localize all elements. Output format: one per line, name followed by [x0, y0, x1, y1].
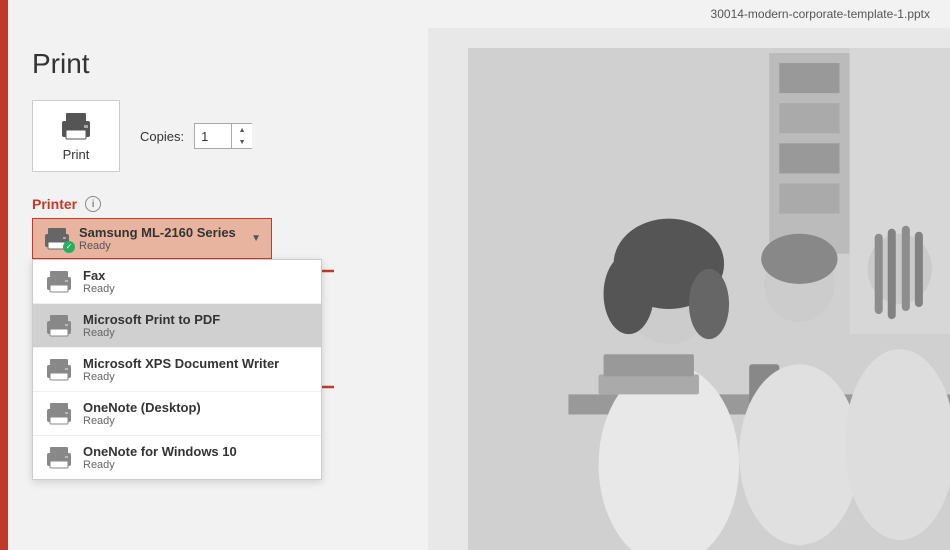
print-button-label: Print [63, 147, 90, 162]
onenote-win10-icon [45, 446, 73, 470]
onenote-desktop-item-status: Ready [83, 415, 201, 427]
printer-selected-text: Samsung ML-2160 Series Ready [79, 225, 236, 252]
printer-item-onenote-win10[interactable]: OneNote for Windows 10 Ready [33, 436, 321, 479]
print-title: Print [32, 48, 404, 80]
top-bar: 30014-modern-corporate-template-1.pptx [0, 0, 950, 28]
onenote-desktop-item-name: OneNote (Desktop) [83, 400, 201, 415]
printer-icon [58, 111, 94, 141]
copies-up-button[interactable]: ▲ [232, 124, 252, 136]
copies-input-wrapper: ▲ ▼ [194, 123, 252, 149]
printer-selected-dropdown[interactable]: ✓ Samsung ML-2160 Series Ready ▼ [32, 218, 272, 259]
printer-item-onenote-desktop[interactable]: OneNote (Desktop) Ready [33, 392, 321, 436]
printer-item-pdf[interactable]: Microsoft Print to PDF Ready [33, 304, 321, 348]
preview-image [468, 48, 950, 550]
onenote-win10-item-name: OneNote for Windows 10 [83, 444, 237, 459]
main-content: Print Print Copies: ▲ ▼ [8, 28, 950, 550]
pdf-item-text: Microsoft Print to PDF Ready [83, 312, 220, 339]
printer-selected-info: ✓ Samsung ML-2160 Series Ready [43, 225, 236, 252]
fax-printer-icon [45, 270, 73, 294]
onenote-win10-item-status: Ready [83, 459, 237, 471]
onenote-desktop-icon [45, 402, 73, 426]
xps-item-name: Microsoft XPS Document Writer [83, 356, 279, 371]
printer-item-xps[interactable]: Microsoft XPS Document Writer Ready [33, 348, 321, 392]
pdf-item-name: Microsoft Print to PDF [83, 312, 220, 327]
copies-area: Copies: ▲ ▼ [140, 123, 252, 149]
copies-label: Copies: [140, 129, 184, 144]
xps-item-text: Microsoft XPS Document Writer Ready [83, 356, 279, 383]
onenote-win10-item-text: OneNote for Windows 10 Ready [83, 444, 237, 471]
right-panel [428, 28, 950, 550]
printer-selected-name: Samsung ML-2160 Series [79, 225, 236, 240]
fax-item-status: Ready [83, 283, 115, 295]
dropdown-arrow-icon: ▼ [251, 233, 261, 244]
copies-down-button[interactable]: ▼ [232, 136, 252, 148]
xps-item-status: Ready [83, 371, 279, 383]
fax-item-name: Fax [83, 268, 115, 283]
preview-page [468, 48, 950, 550]
print-button-area: Print Copies: ▲ ▼ [32, 100, 404, 172]
selected-printer-icon-wrapper: ✓ [43, 227, 71, 251]
xps-printer-icon [45, 358, 73, 382]
printer-selected-status: Ready [79, 240, 236, 252]
print-button[interactable]: Print [32, 100, 120, 172]
fax-item-text: Fax Ready [83, 268, 115, 295]
left-panel: Print Print Copies: ▲ ▼ [8, 28, 428, 550]
onenote-desktop-item-text: OneNote (Desktop) Ready [83, 400, 201, 427]
sidebar-accent [0, 0, 8, 550]
printer-info-icon[interactable]: i [85, 196, 101, 212]
pdf-printer-icon [45, 314, 73, 338]
printer-item-fax[interactable]: Fax Ready [33, 260, 321, 304]
printer-section-label: Printer i [32, 196, 404, 212]
copies-spinners: ▲ ▼ [231, 124, 252, 148]
copies-input[interactable] [195, 129, 231, 144]
printer-ready-check: ✓ [63, 241, 75, 253]
filename-label: 30014-modern-corporate-template-1.pptx [711, 7, 930, 21]
printer-dropdown: Fax Ready Microsoft Print to PDF Ready [32, 259, 322, 480]
pdf-item-status: Ready [83, 327, 220, 339]
